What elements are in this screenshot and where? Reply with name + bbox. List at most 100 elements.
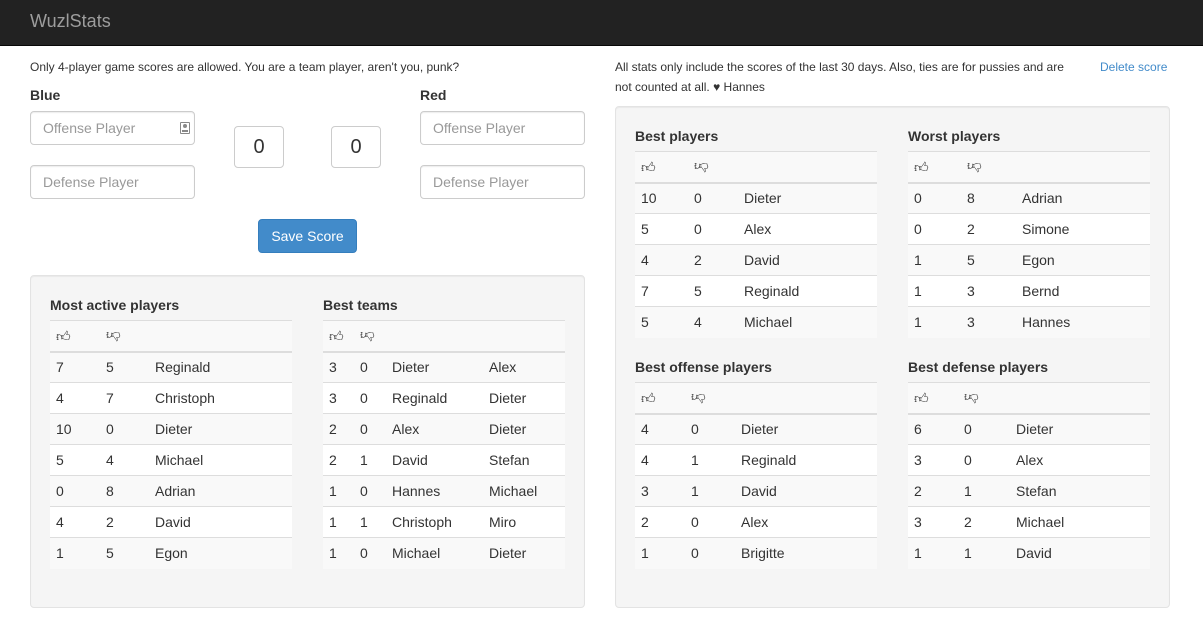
- player-name: Hannes: [386, 475, 483, 507]
- worst-players-title: Worst players: [908, 128, 1001, 144]
- player-name: Adrian: [149, 475, 292, 507]
- delete-score-link[interactable]: Delete score: [1100, 57, 1167, 77]
- player-name: Dieter: [483, 537, 565, 569]
- thumbs-up-icon: 👍︎: [641, 389, 656, 406]
- table-row: 2 1 David Stefan: [323, 444, 565, 476]
- player-name: David: [735, 475, 877, 507]
- app-brand[interactable]: WuzlStats: [30, 11, 111, 32]
- table-row: 5 4 Michael: [635, 306, 877, 338]
- table-row: 3 0 Alex: [908, 444, 1150, 476]
- table-row: 6 0 Dieter: [908, 413, 1150, 445]
- player-name: Egon: [1016, 244, 1150, 276]
- player-name: Dieter: [1010, 413, 1150, 445]
- player-name: Adrian: [1016, 182, 1150, 214]
- best-offense-table: 👍︎ 👍︎ 4 0 Dieter 4 1 Reginald 3 1 David 2 0 Alex…: [635, 382, 877, 569]
- table-row: 10 0 Dieter: [50, 413, 292, 445]
- table-header-row: 👍︎ 👍︎: [635, 382, 877, 415]
- table-row: 4 0 Dieter: [635, 413, 877, 445]
- thumbs-down-icon: 👍︎: [967, 158, 982, 175]
- best-teams-title: Best teams: [323, 297, 398, 313]
- table-row: 10 0 Dieter: [635, 182, 877, 214]
- player-name: David: [149, 506, 292, 538]
- player-name: Michael: [149, 444, 292, 476]
- player-name: Alex: [386, 413, 483, 445]
- contact-card-icon[interactable]: [180, 122, 190, 134]
- player-name: Alex: [1010, 444, 1150, 476]
- thumbs-down-icon: 👍︎: [964, 389, 979, 406]
- blue-team-label: Blue: [30, 87, 61, 103]
- red-offense-input[interactable]: [420, 111, 585, 145]
- blue-score-input[interactable]: 0: [234, 126, 284, 168]
- best-teams-table: 👍︎ 👍︎ 3 0 Dieter Alex 3 0 Reginald Dieter 2 0 Al…: [323, 320, 565, 569]
- blue-defense-input[interactable]: [30, 165, 195, 199]
- best-players-table: 👍︎ 👍︎ 10 0 Dieter 5 0 Alex 4 2 David 7 5 Reginal…: [635, 151, 877, 338]
- player-name: Reginald: [735, 444, 877, 476]
- player-name: Stefan: [1010, 475, 1150, 507]
- table-row: 3 1 David: [635, 475, 877, 507]
- table-row: 1 5 Egon: [908, 244, 1150, 276]
- table-row: 1 3 Bernd: [908, 275, 1150, 307]
- player-name: Egon: [149, 537, 292, 569]
- table-row: 4 2 David: [635, 244, 877, 276]
- player-name: Stefan: [483, 444, 565, 476]
- player-name: Hannes: [1016, 306, 1150, 338]
- table-row: 3 0 Dieter Alex: [323, 351, 565, 383]
- player-name: Alex: [735, 506, 877, 538]
- thumbs-up-icon: 👍︎: [914, 389, 929, 406]
- player-name: Christoph: [386, 506, 483, 538]
- blue-offense-input[interactable]: [30, 111, 195, 145]
- thumbs-down-icon: 👍︎: [360, 327, 375, 344]
- player-name: Dieter: [735, 413, 877, 445]
- table-row: 0 8 Adrian: [50, 475, 292, 507]
- navbar: WuzlStats: [0, 0, 1203, 46]
- player-name: Alex: [738, 213, 877, 245]
- table-row: 1 0 Michael Dieter: [323, 537, 565, 569]
- red-score-input[interactable]: 0: [331, 126, 381, 168]
- thumbs-up-icon: 👍︎: [914, 158, 929, 175]
- table-row: 4 7 Christoph: [50, 382, 292, 414]
- player-name: Michael: [738, 306, 877, 338]
- player-name: Dieter: [738, 182, 877, 214]
- table-row: 1 0 Hannes Michael: [323, 475, 565, 507]
- red-defense-input[interactable]: [420, 165, 585, 199]
- table-row: 4 1 Reginald: [635, 444, 877, 476]
- worst-players-table: 👍︎ 👍︎ 0 8 Adrian 0 2 Simone 1 5 Egon 1 3 Bernd 1…: [908, 151, 1150, 338]
- player-name: Dieter: [483, 413, 565, 445]
- table-row: 1 1 Christoph Miro: [323, 506, 565, 538]
- thumbs-up-icon: 👍︎: [329, 327, 344, 344]
- table-row: 1 1 David: [908, 537, 1150, 569]
- stats-note: All stats only include the scores of the…: [615, 60, 1064, 94]
- player-name: Michael: [483, 475, 565, 507]
- table-row: 0 8 Adrian: [908, 182, 1150, 214]
- player-name: Dieter: [149, 413, 292, 445]
- save-score-button[interactable]: Save Score: [258, 219, 357, 253]
- player-name: David: [386, 444, 483, 476]
- player-name: Dieter: [483, 382, 565, 414]
- player-name: Reginald: [738, 275, 877, 307]
- table-row: 2 0 Alex: [635, 506, 877, 538]
- table-row: 4 2 David: [50, 506, 292, 538]
- most-active-table: 👍︎ 👍︎ 7 5 Reginald 4 7 Christoph 10 0 Dieter 5…: [50, 320, 292, 569]
- table-header-row: 👍︎ 👍︎: [908, 382, 1150, 415]
- thumbs-up-icon: 👍︎: [56, 327, 71, 344]
- thumbs-down-icon: 👍︎: [106, 327, 121, 344]
- table-row: 2 1 Stefan: [908, 475, 1150, 507]
- thumbs-down-icon: 👍︎: [694, 158, 709, 175]
- table-header-row: 👍︎ 👍︎: [635, 151, 877, 184]
- table-row: 1 5 Egon: [50, 537, 292, 569]
- player-name: Reginald: [386, 382, 483, 414]
- form-note: Only 4-player game scores are allowed. Y…: [30, 60, 460, 74]
- player-name: David: [738, 244, 877, 276]
- player-name: Simone: [1016, 213, 1150, 245]
- table-row: 7 5 Reginald: [50, 351, 292, 383]
- player-name: Miro: [483, 506, 565, 538]
- table-row: 5 0 Alex: [635, 213, 877, 245]
- table-row: 7 5 Reginald: [635, 275, 877, 307]
- red-team-label: Red: [420, 87, 447, 103]
- table-row: 3 2 Michael: [908, 506, 1150, 538]
- player-name: Dieter: [386, 351, 483, 383]
- player-name: Reginald: [149, 351, 292, 383]
- player-name: Christoph: [149, 382, 292, 414]
- table-row: 1 3 Hannes: [908, 306, 1150, 338]
- thumbs-down-icon: 👍︎: [691, 389, 706, 406]
